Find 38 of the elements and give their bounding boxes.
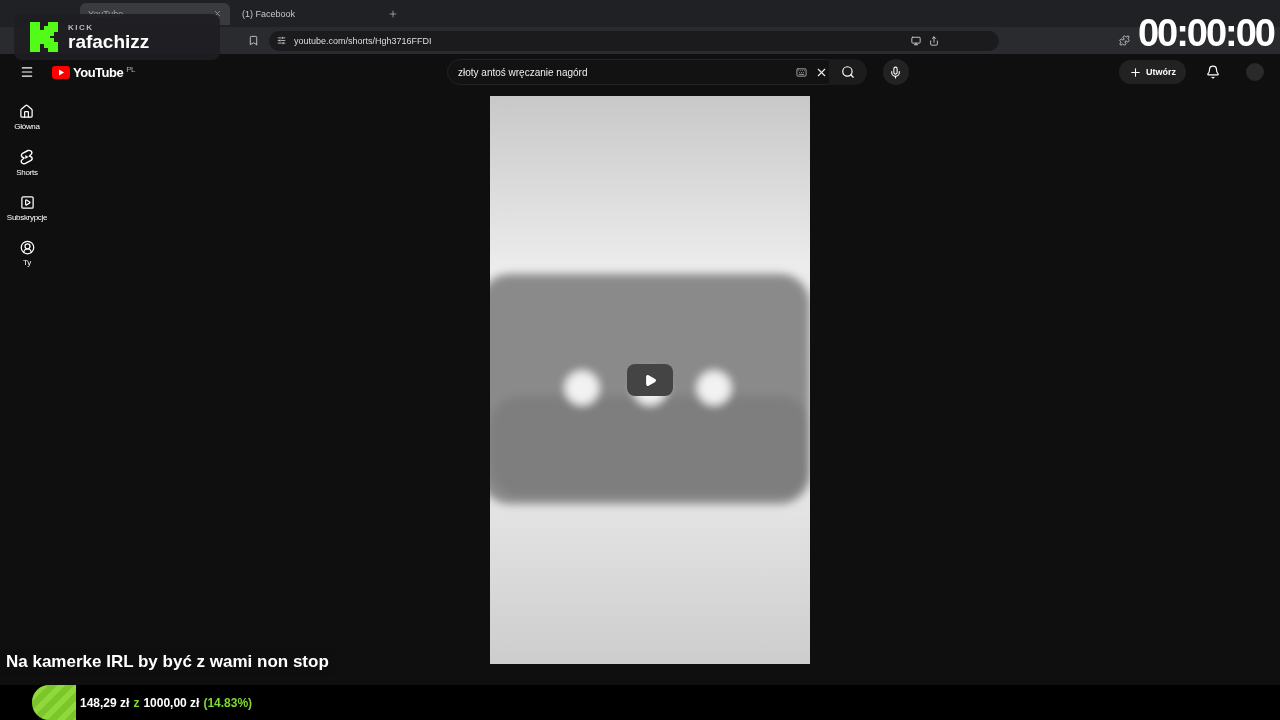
monitor-icon[interactable]: [911, 35, 921, 46]
search-icon: [841, 65, 855, 79]
platform-label: KICK: [68, 23, 95, 32]
account-icon: [19, 240, 35, 255]
microphone-icon: [889, 65, 903, 79]
play-icon: [643, 373, 657, 387]
goal-separator: z: [133, 695, 140, 710]
shorts-icon: [19, 149, 35, 165]
menu-icon[interactable]: [20, 65, 34, 79]
home-icon: [19, 104, 35, 119]
share-icon[interactable]: [929, 35, 939, 46]
plus-icon: [1129, 65, 1142, 79]
search-button[interactable]: [829, 59, 867, 85]
extensions-icon[interactable]: [1119, 35, 1130, 46]
kick-logo-icon: [30, 22, 58, 52]
channel-name: rafachizz: [68, 32, 150, 51]
create-button[interactable]: Utwórz: [1119, 60, 1186, 84]
sidebar-item[interactable]: Główna: [14, 104, 40, 131]
notifications-icon[interactable]: [1206, 65, 1220, 79]
subscriptions-icon: [19, 195, 35, 210]
goal-percent: (14.83%): [203, 695, 253, 710]
play-button[interactable]: [627, 364, 673, 396]
goal-progress-fill: [32, 685, 76, 720]
sidebar-item[interactable]: Ty: [19, 240, 35, 267]
goal-target: 1000,00 zł: [143, 695, 200, 710]
stream-timer: 00:00:00: [1137, 12, 1274, 55]
voice-search-button[interactable]: [883, 59, 909, 85]
youtube-logo[interactable]: YouTube PL: [52, 64, 135, 80]
goal-current: 148,29 zł: [80, 695, 130, 710]
sidebar-item[interactable]: Subskrypcje: [6, 195, 48, 222]
site-settings-icon[interactable]: [277, 36, 286, 45]
new-tab-icon[interactable]: [388, 8, 398, 19]
browser-tab[interactable]: (1) Facebook: [234, 2, 384, 25]
bookmark-icon[interactable]: [248, 35, 259, 46]
play-logo-icon: [52, 65, 70, 79]
address-bar[interactable]: youtube.com/shorts/Hgh3716FFDI: [269, 30, 999, 51]
sidebar-item[interactable]: Shorts: [16, 149, 38, 177]
keyboard-icon[interactable]: [796, 66, 807, 78]
